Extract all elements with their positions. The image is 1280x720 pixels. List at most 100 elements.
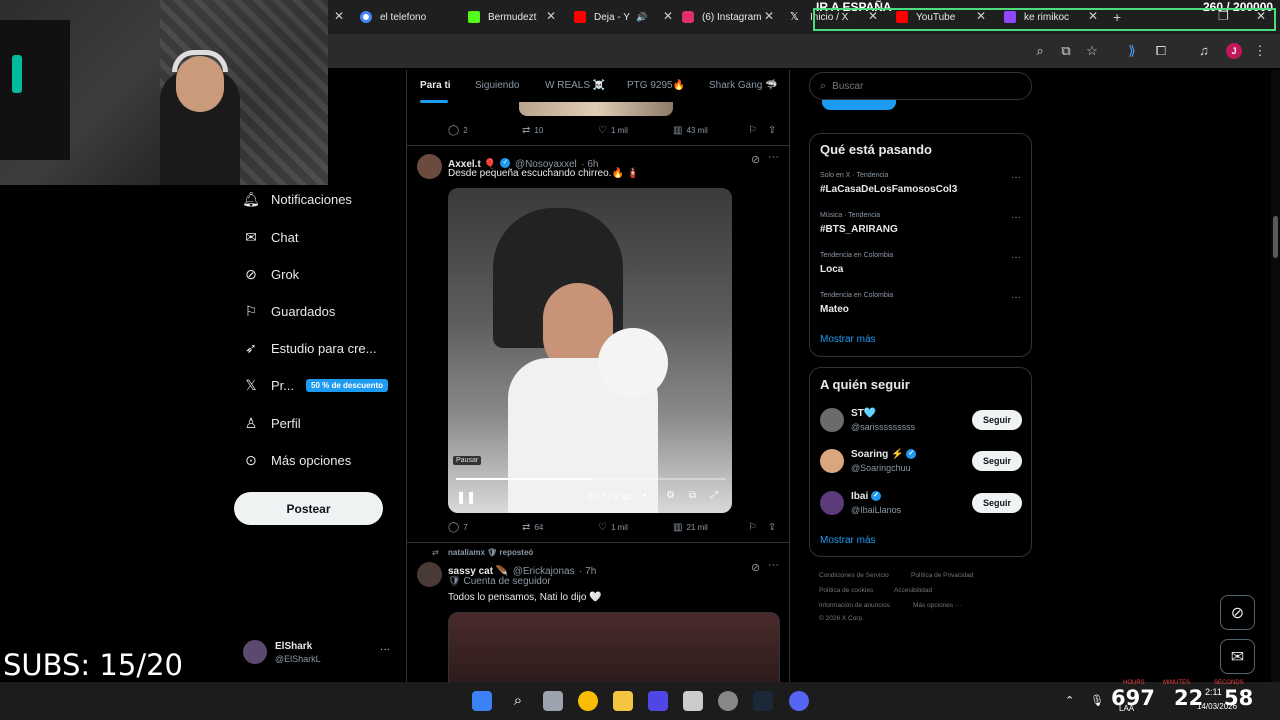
premium-discount-badge[interactable]: 50 % de descuento	[306, 379, 389, 392]
share-button[interactable]: ⇪	[768, 522, 780, 533]
fullscreen-icon[interactable]: ⤢	[710, 490, 718, 501]
task-view-icon[interactable]	[543, 691, 563, 711]
volume-icon[interactable]: 🔈︎	[643, 490, 649, 501]
trend-item[interactable]: #LaCasaDeLosFamososCol3	[820, 184, 957, 195]
file-explorer-icon[interactable]	[613, 691, 633, 711]
views-button[interactable]: ▥ 21 mil	[673, 522, 708, 533]
footer-link[interactable]: Política de Privacidad	[911, 572, 974, 579]
repost-button[interactable]: ⇄ 10	[522, 125, 543, 136]
like-button[interactable]: ♡ 1 mil	[598, 522, 628, 533]
settings-gear-icon[interactable]: ⚙	[666, 490, 675, 501]
search-icon[interactable]: ⌕	[508, 691, 528, 711]
tweet-time[interactable]: · 7h	[579, 566, 596, 577]
profile-avatar[interactable]: J	[1226, 43, 1242, 59]
footer-link[interactable]: Política de cookies	[819, 587, 873, 594]
follow-avatar[interactable]	[820, 408, 844, 432]
media-controls-icon[interactable]: ♫	[1196, 43, 1212, 59]
star-bookmark-icon[interactable]: ☆	[1084, 43, 1100, 59]
browser-tab[interactable]: (6) Instagram	[682, 6, 762, 28]
follow-avatar[interactable]	[820, 449, 844, 473]
tweet-avatar[interactable]	[417, 154, 442, 179]
trend-more-icon[interactable]: ···	[1011, 292, 1021, 303]
tweet-avatar[interactable]	[417, 562, 442, 587]
nav-bookmarks[interactable]: ⚐ Guardados	[243, 297, 336, 325]
pause-icon[interactable]: ❚❚	[456, 490, 476, 504]
tab-list[interactable]: Shark Gang 🦈	[709, 80, 778, 91]
trend-item[interactable]: #BTS_ARIRANG	[820, 224, 898, 235]
tab-close-icon[interactable]: ✕	[764, 9, 774, 23]
previous-tweet-media[interactable]	[519, 102, 673, 116]
chrome-icon[interactable]	[578, 691, 598, 711]
pip-icon[interactable]: ⧉	[689, 490, 696, 501]
account-more-icon[interactable]: ···	[380, 644, 390, 655]
tweet-media[interactable]	[448, 612, 780, 682]
account-switcher[interactable]: ElShark @ElSharkL ···	[243, 640, 393, 670]
grok-tweet-icon[interactable]: ⊘	[751, 561, 760, 574]
follow-name[interactable]: Ibai ✓	[851, 491, 882, 502]
grok-fab-icon[interactable]: ⊘	[1220, 595, 1255, 630]
reply-button[interactable]: ◯ 2	[448, 125, 468, 136]
tweet-more-icon[interactable]: ···	[768, 151, 779, 163]
app-icon[interactable]	[683, 691, 703, 711]
footer-link[interactable]: Más opciones ···	[913, 602, 961, 609]
app-icon[interactable]	[718, 691, 738, 711]
nav-premium[interactable]: 𝕏 Pr...	[243, 371, 294, 399]
messages-fab-icon[interactable]: ✉	[1220, 639, 1255, 674]
nav-grok[interactable]: ⊘ Grok	[243, 260, 299, 288]
post-button[interactable]: Postear	[234, 492, 383, 525]
tab-close-icon[interactable]: ✕	[546, 9, 556, 23]
like-button[interactable]: ♡ 1 mil	[598, 125, 628, 136]
extension-signal-icon[interactable]: ⟫	[1124, 43, 1140, 59]
follow-button[interactable]: Seguir	[972, 493, 1022, 513]
bookmark-button[interactable]: ⚐	[748, 125, 761, 136]
footer-link[interactable]: Información de anuncios	[819, 602, 890, 609]
menu-kebab-icon[interactable]: ⋮	[1252, 43, 1268, 59]
clock-time[interactable]: 2:11	[1205, 687, 1222, 697]
follow-button[interactable]: Seguir	[972, 410, 1022, 430]
nav-notifications[interactable]: 🔔︎ Notificaciones	[242, 185, 352, 213]
follow-button[interactable]: Seguir	[972, 451, 1022, 471]
follow-handle[interactable]: @IbaiLlanos	[851, 505, 901, 515]
grok-tweet-icon[interactable]: ⊘	[751, 153, 760, 166]
reply-button[interactable]: ◯ 7	[448, 522, 468, 533]
views-button[interactable]: ▥ 43 mil	[673, 125, 708, 136]
nav-creator-studio[interactable]: ➶ Estudio para cre...	[243, 334, 376, 362]
browser-tab[interactable]: Bermudezt	[468, 6, 546, 28]
scroll-thumb[interactable]	[1273, 216, 1278, 258]
trend-more-icon[interactable]: ···	[1011, 212, 1021, 223]
bookmark-button[interactable]: ⚐	[748, 522, 761, 533]
follow-show-more-link[interactable]: Mostrar más	[820, 535, 876, 546]
trends-show-more-link[interactable]: Mostrar más	[820, 334, 876, 345]
trend-more-icon[interactable]: ···	[1011, 252, 1021, 263]
footer-link[interactable]: Condiciones de Servicio	[819, 572, 889, 579]
trend-item[interactable]: Mateo	[820, 304, 849, 315]
follow-name[interactable]: ST🩵	[851, 408, 876, 419]
tab-close-icon[interactable]: ✕	[334, 9, 344, 23]
footer-link[interactable]: Accesibilidad	[894, 587, 932, 594]
follow-handle[interactable]: @sarisssssssss	[851, 422, 915, 432]
zoom-icon[interactable]: ⌕	[1032, 43, 1048, 59]
tweet-video[interactable]: Pausar ❚❚ 0:17 / 0:34 🔈︎ ⚙ ⧉ ⤢	[448, 188, 732, 513]
discord-icon[interactable]	[789, 691, 809, 711]
tab-for-you[interactable]: Para ti	[420, 80, 451, 91]
follow-name[interactable]: Soaring ⚡ ✓	[851, 449, 917, 460]
follow-avatar[interactable]	[820, 491, 844, 515]
trend-more-icon[interactable]: ···	[1011, 172, 1021, 183]
nav-profile[interactable]: ♙ Perfil	[243, 409, 301, 437]
browser-tab[interactable]: Deja - Y 🔊	[574, 6, 654, 28]
tab-list[interactable]: W REALS ☠️	[545, 80, 605, 91]
app-icon[interactable]	[648, 691, 668, 711]
nav-chat[interactable]: ✉ Chat	[243, 223, 298, 251]
follow-handle[interactable]: @Soaringchuu	[851, 463, 911, 473]
tab-following[interactable]: Siguiendo	[475, 80, 519, 91]
repost-button[interactable]: ⇄ 64	[522, 522, 543, 533]
start-icon[interactable]	[472, 691, 492, 711]
trend-item[interactable]: Loca	[820, 264, 843, 275]
share-button[interactable]: ⇪	[768, 125, 780, 136]
microphone-icon[interactable]: 🎙︎	[1090, 694, 1104, 707]
extensions-puzzle-icon[interactable]: ⧠	[1153, 43, 1169, 59]
tray-chevron-icon[interactable]: ⌃	[1065, 694, 1074, 707]
repost-note[interactable]: nataliamx 🛡 reposteó	[448, 548, 533, 557]
search-input[interactable]: ⌕ Buscar	[809, 72, 1032, 100]
page-scrollbar[interactable]	[1271, 70, 1280, 682]
